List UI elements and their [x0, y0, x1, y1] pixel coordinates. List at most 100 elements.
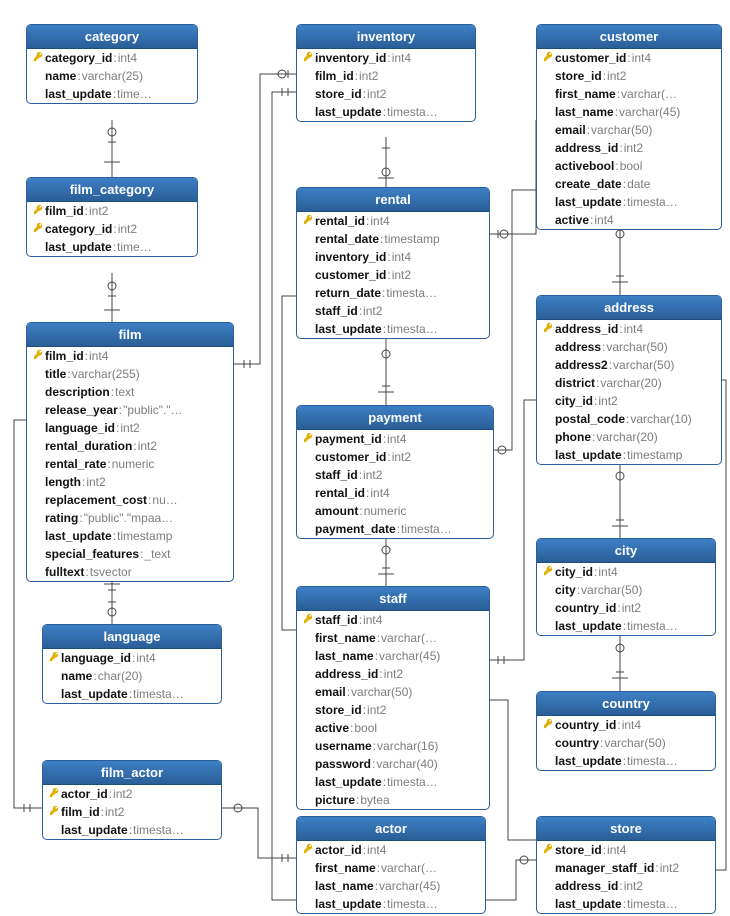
column-type: int4: [367, 842, 386, 858]
column-type: text: [115, 384, 134, 400]
column-name: staff_id: [315, 303, 358, 319]
column-name: address_id: [555, 878, 618, 894]
column-type: int4: [89, 348, 108, 364]
column-type: int2: [359, 68, 378, 84]
column-type: timesta…: [627, 618, 678, 634]
column-type: nu…: [152, 492, 177, 508]
table-header: rental: [297, 188, 489, 212]
column-type: char(20): [98, 668, 143, 684]
column-name: language_id: [61, 650, 131, 666]
column-row: address_id: int2: [297, 665, 489, 683]
column-name: first_name: [315, 860, 376, 876]
column-name: store_id: [315, 86, 362, 102]
column-type: int2: [624, 140, 643, 156]
column-row: last_update: timesta…: [537, 193, 721, 211]
column-row: last_name: varchar(45): [297, 647, 489, 665]
column-row: last_update: time…: [27, 238, 197, 256]
column-row: staff_id: int2: [297, 466, 493, 484]
column-name: country_id: [555, 717, 616, 733]
column-row: postal_code: varchar(10): [537, 410, 721, 428]
column-row: inventory_id: int4: [297, 49, 475, 67]
column-type: numeric: [112, 456, 155, 472]
column-name: last_update: [61, 686, 128, 702]
column-type: int2: [367, 86, 386, 102]
primary-key-icon: [47, 804, 61, 820]
column-type: _text: [144, 546, 170, 562]
column-row: last_update: timestamp: [537, 446, 721, 464]
column-name: postal_code: [555, 411, 625, 427]
column-type: varchar(255): [72, 366, 140, 382]
column-name: film_id: [315, 68, 354, 84]
column-name: manager_staff_id: [555, 860, 654, 876]
column-name: special_features: [45, 546, 139, 562]
column-row: inventory_id: int4: [297, 248, 489, 266]
column-row: customer_id: int2: [297, 266, 489, 284]
column-name: email: [315, 684, 346, 700]
table-header: inventory: [297, 25, 475, 49]
column-name: inventory_id: [315, 50, 386, 66]
column-row: name: varchar(25): [27, 67, 197, 85]
column-name: last_update: [61, 822, 128, 838]
column-type: int4: [594, 212, 613, 228]
column-name: staff_id: [315, 467, 358, 483]
column-row: actor_id: int4: [297, 841, 485, 859]
primary-key-icon: [301, 213, 315, 229]
table-header: staff: [297, 587, 489, 611]
column-row: manager_staff_id: int2: [537, 859, 715, 877]
column-row: special_features: _text: [27, 545, 233, 563]
column-row: payment_date: timesta…: [297, 520, 493, 538]
column-name: last_update: [555, 447, 622, 463]
column-type: varchar(50): [591, 122, 652, 138]
column-row: rental_rate: numeric: [27, 455, 233, 473]
column-row: email: varchar(50): [297, 683, 489, 701]
column-row: store_id: int2: [537, 67, 721, 85]
table-header: city: [537, 539, 715, 563]
column-name: last_name: [555, 104, 614, 120]
column-name: last_update: [45, 86, 112, 102]
column-type: bytea: [360, 792, 389, 808]
column-type: "public"."…: [123, 402, 182, 418]
column-name: create_date: [555, 176, 622, 192]
column-row: first_name: varchar(…: [537, 85, 721, 103]
column-type: timestamp: [117, 528, 172, 544]
column-name: picture: [315, 792, 355, 808]
column-name: last_update: [315, 104, 382, 120]
column-name: last_update: [555, 618, 622, 634]
column-name: store_id: [555, 842, 602, 858]
primary-key-icon: [301, 50, 315, 66]
column-type: tsvector: [90, 564, 132, 580]
column-row: first_name: varchar(…: [297, 859, 485, 877]
column-name: title: [45, 366, 66, 382]
table-film_category: film_categoryfilm_id: int2category_id: i…: [26, 177, 198, 257]
column-row: actor_id: int2: [43, 785, 221, 803]
column-name: rental_id: [315, 485, 365, 501]
column-type: varchar(25): [82, 68, 143, 84]
column-type: int2: [138, 438, 157, 454]
primary-key-icon: [541, 50, 555, 66]
column-type: varchar(50): [581, 582, 642, 598]
column-name: payment_date: [315, 521, 396, 537]
column-name: category_id: [45, 221, 112, 237]
table-header: category: [27, 25, 197, 49]
column-name: last_update: [555, 753, 622, 769]
column-name: payment_id: [315, 431, 382, 447]
column-name: city_id: [555, 393, 593, 409]
column-type: int2: [86, 474, 105, 490]
column-row: picture: bytea: [297, 791, 489, 809]
column-name: amount: [315, 503, 358, 519]
table-country: countrycountry_id: int4country: varchar(…: [536, 691, 716, 771]
column-type: int2: [105, 804, 124, 820]
column-row: last_name: varchar(45): [297, 877, 485, 895]
table-header: address: [537, 296, 721, 320]
column-name: rental_id: [315, 213, 365, 229]
primary-key-icon: [47, 650, 61, 666]
primary-key-icon: [541, 321, 555, 337]
column-type: timesta…: [627, 753, 678, 769]
column-type: varchar(45): [379, 878, 440, 894]
column-name: last_update: [555, 194, 622, 210]
column-type: varchar(50): [351, 684, 412, 700]
column-row: category_id: int4: [27, 49, 197, 67]
column-row: address_id: int4: [537, 320, 721, 338]
column-row: name: char(20): [43, 667, 221, 685]
column-row: last_update: timesta…: [43, 685, 221, 703]
